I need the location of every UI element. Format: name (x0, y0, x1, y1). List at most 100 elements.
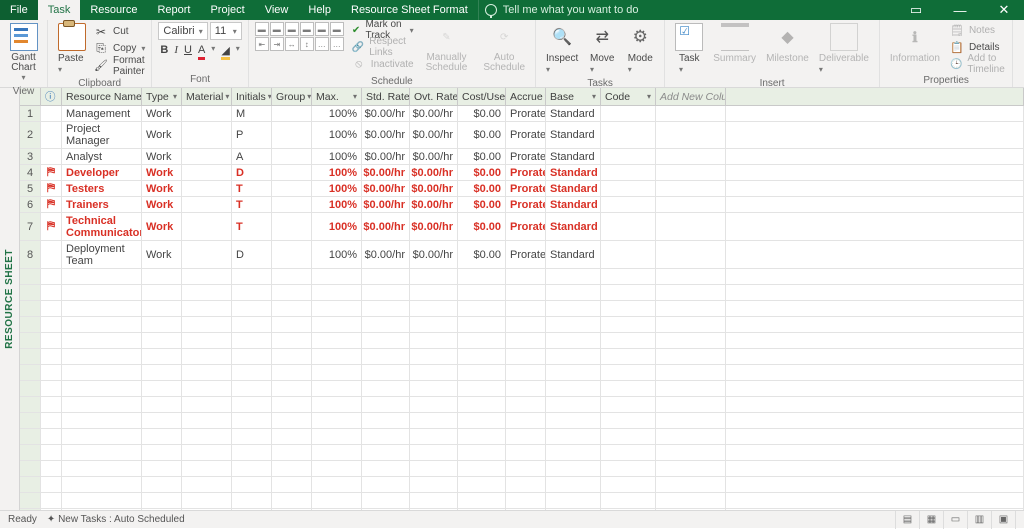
resource-row[interactable]: 7⛿Technical CommunicatorsWorkT100%$0.00/… (20, 213, 1024, 241)
empty-row[interactable] (20, 349, 1024, 365)
col-header-std-rate[interactable]: Std. Rate▾ (362, 88, 410, 105)
view-resource-sheet-button[interactable]: ▥ (968, 511, 992, 529)
view-team-planner-button[interactable]: ▭ (944, 511, 968, 529)
status-bar: Ready ✦ New Tasks : Auto Scheduled ▤ ▦ ▭… (0, 510, 1024, 528)
col-header-max-[interactable]: Max.▾ (312, 88, 362, 105)
empty-row[interactable] (20, 269, 1024, 285)
resource-row[interactable]: 4⛿DeveloperWorkD100%$0.00/hr$0.00/hr$0.0… (20, 165, 1024, 181)
bold-button[interactable]: B (160, 44, 168, 60)
empty-row[interactable] (20, 461, 1024, 477)
tab-resource[interactable]: Resource (80, 0, 147, 20)
brush-icon (94, 59, 108, 73)
empty-row[interactable] (20, 333, 1024, 349)
tab-resource-sheet-format[interactable]: Resource Sheet Format (341, 0, 478, 20)
gantt-chart-button[interactable]: GanttChart ▾ (6, 22, 41, 84)
lightbulb-icon (485, 4, 497, 16)
resource-row[interactable]: 6⛿TrainersWorkT100%$0.00/hr$0.00/hr$0.00… (20, 197, 1024, 213)
empty-row[interactable] (20, 445, 1024, 461)
overallocated-icon: ⛿ (47, 198, 55, 211)
fill-color-button[interactable]: ◢ (221, 44, 229, 60)
information-button[interactable]: Information (886, 22, 944, 73)
tab-view[interactable]: View (255, 0, 299, 20)
respect-links-button[interactable]: Respect Links (352, 39, 414, 56)
manually-schedule-button[interactable]: ✎ManuallySchedule (422, 22, 472, 74)
col-header-ovt-rate[interactable]: Ovt. Rate▾ (410, 88, 458, 105)
empty-row[interactable] (20, 301, 1024, 317)
view-side-tab[interactable]: RESOURCE SHEET (0, 88, 20, 510)
empty-row[interactable] (20, 493, 1024, 509)
deliverable-button[interactable]: Deliverable▾ (815, 22, 873, 76)
tab-task[interactable]: Task (38, 0, 81, 20)
view-report-button[interactable]: ▣ (992, 511, 1016, 529)
inspect-button[interactable]: Inspect▾ (542, 22, 582, 76)
milestone-button[interactable]: Milestone (762, 22, 813, 76)
col-header-material[interactable]: Material▾ (182, 88, 232, 105)
resource-sheet-grid[interactable]: ⓘResource Name▾Type▾Material▾Initials▾Gr… (20, 88, 1024, 510)
italic-button[interactable]: I (174, 44, 178, 60)
details-icon (950, 40, 964, 54)
empty-row[interactable] (20, 397, 1024, 413)
close-button[interactable]: ✕ (984, 0, 1024, 20)
indent-progress-grid[interactable]: ▬▬▬▬▬▬ ⇤⇥↔↕…… (255, 22, 344, 74)
mode-button[interactable]: Mode▾ (622, 22, 658, 76)
view-task-usage-button[interactable]: ▦ (920, 511, 944, 529)
cut-button[interactable]: Cut (94, 24, 145, 41)
resource-row[interactable]: 8Deployment TeamWorkD100%$0.00/hr$0.00/h… (20, 241, 1024, 269)
move-button[interactable]: Move▾ (584, 22, 620, 76)
font-size-combobox[interactable]: 11▾ (210, 22, 242, 40)
auto-schedule-button[interactable]: ⟳AutoSchedule (479, 22, 529, 74)
paste-button[interactable]: Paste ▾ (54, 22, 90, 76)
view-gantt-button[interactable]: ▤ (896, 511, 920, 529)
notes-icon (950, 23, 964, 37)
empty-row[interactable] (20, 429, 1024, 445)
col-header-type[interactable]: Type▾ (142, 88, 182, 105)
task-icon (675, 23, 703, 51)
move-icon (588, 23, 616, 51)
minimize-button[interactable]: — (940, 0, 980, 20)
empty-row[interactable] (20, 381, 1024, 397)
summary-icon (721, 23, 749, 51)
tab-help[interactable]: Help (298, 0, 341, 20)
gantt-chart-icon (10, 23, 38, 51)
tell-me-placeholder: Tell me what you want to do (503, 4, 639, 16)
paste-icon (58, 23, 86, 51)
format-painter-button[interactable]: Format Painter (94, 58, 145, 75)
empty-row[interactable] (20, 413, 1024, 429)
ribbon: GanttChart ▾ View Paste ▾ Cut Copy ▾ For… (0, 20, 1024, 88)
empty-row[interactable] (20, 365, 1024, 381)
check-icon (352, 23, 361, 37)
workspace: RESOURCE SHEET ⓘResource Name▾Type▾Mater… (0, 88, 1024, 510)
empty-row[interactable] (20, 285, 1024, 301)
inactivate-button[interactable]: Inactivate (352, 56, 414, 73)
milestone-icon (773, 23, 801, 51)
auto-icon: ⟳ (490, 23, 518, 51)
overallocated-icon: ⛿ (47, 220, 55, 233)
tab-project[interactable]: Project (200, 0, 254, 20)
col-header-group[interactable]: Group▾ (272, 88, 312, 105)
resource-row[interactable]: 2Project ManagerWorkP100%$0.00/hr$0.00/h… (20, 122, 1024, 149)
tab-report[interactable]: Report (147, 0, 200, 20)
notes-button[interactable]: Notes (950, 22, 1006, 39)
ribbon-display-options[interactable]: ▭ (896, 0, 936, 20)
col-header-accrue[interactable]: Accrue▾ (506, 88, 546, 105)
summary-button[interactable]: Summary (709, 22, 760, 76)
resource-row[interactable]: 3AnalystWorkA100%$0.00/hr$0.00/hr$0.00Pr… (20, 149, 1024, 165)
timeline-icon (950, 57, 962, 71)
empty-row[interactable] (20, 317, 1024, 333)
status-new-tasks: ✦ New Tasks : Auto Scheduled (47, 514, 185, 525)
tab-file[interactable]: File (0, 0, 38, 20)
resource-row[interactable]: 1ManagementWorkM100%$0.00/hr$0.00/hr$0.0… (20, 106, 1024, 122)
col-header-initials[interactable]: Initials▾ (232, 88, 272, 105)
scroll-to-task-button[interactable]: Scrollto Task (1019, 22, 1024, 84)
font-color-button[interactable]: A (198, 44, 205, 60)
underline-button[interactable]: U (184, 44, 192, 60)
task-button[interactable]: Task▾ (671, 22, 707, 76)
empty-row[interactable] (20, 477, 1024, 493)
cut-icon (94, 25, 108, 39)
inspect-icon (548, 23, 576, 51)
col-header-cost-use[interactable]: Cost/Use▾ (458, 88, 506, 105)
font-name-combobox[interactable]: Calibri▾ (158, 22, 207, 40)
tell-me-search[interactable]: Tell me what you want to do (479, 0, 639, 20)
add-to-timeline-button[interactable]: Add to Timeline (950, 56, 1006, 73)
resource-row[interactable]: 5⛿TestersWorkT100%$0.00/hr$0.00/hr$0.00P… (20, 181, 1024, 197)
